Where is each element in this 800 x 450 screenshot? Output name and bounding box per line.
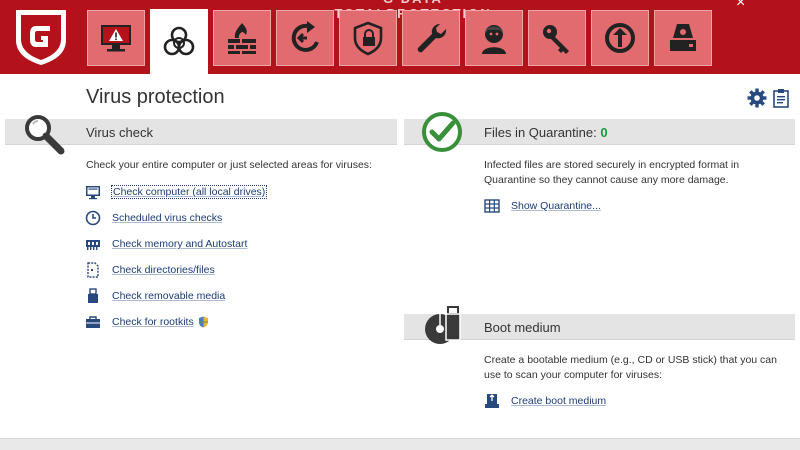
check-memory-link[interactable]: Check memory and Autostart: [84, 234, 247, 254]
power-arrow-icon: [605, 23, 635, 53]
quarantine-description-line2: Quarantine so they cannot cause any more…: [484, 174, 729, 186]
boot-medium-heading: Boot medium: [484, 320, 561, 335]
check-rootkits-link[interactable]: Check for rootkits: [84, 312, 209, 332]
quarantine-description-line1: Infected files are stored securely in en…: [484, 159, 740, 171]
check-removable-label[interactable]: Check removable media: [112, 290, 225, 302]
child-face-icon: [482, 25, 506, 54]
check-directories-link[interactable]: Check directories/files: [84, 260, 215, 280]
quarantine-heading-label: Files in Quarantine:: [484, 125, 601, 140]
page-title: Virus protection: [86, 86, 225, 108]
clock-icon: [85, 210, 101, 226]
tab-password-manager[interactable]: [528, 10, 586, 66]
wrench-icon: [417, 23, 447, 53]
tab-autostart-manager[interactable]: [591, 10, 649, 66]
drive-icon: [670, 24, 696, 51]
show-quarantine-link[interactable]: Show Quarantine...: [483, 196, 601, 216]
check-directories-label[interactable]: Check directories/files: [112, 264, 215, 276]
boot-medium-description-line2: use to scan your computer for viruses:: [484, 369, 662, 381]
boot-medium-small-icon: [485, 394, 499, 408]
scheduled-checks-label[interactable]: Scheduled virus checks: [112, 212, 222, 224]
shield-lock-icon: [353, 21, 383, 56]
check-removable-link[interactable]: Check removable media: [84, 286, 225, 306]
check-rootkits-label[interactable]: Check for rootkits: [112, 316, 194, 328]
monitor-icon: [86, 186, 100, 200]
biohazard-icon: [163, 26, 195, 56]
quarantine-count: 0: [600, 125, 608, 140]
tab-device-control[interactable]: [654, 10, 712, 66]
create-boot-medium-link[interactable]: Create boot medium: [483, 391, 606, 411]
boot-disc-usb-icon: [425, 306, 461, 344]
tab-parental-controls[interactable]: [465, 10, 523, 66]
checkmark-circle-icon: [422, 112, 462, 152]
boot-medium-description-line1: Create a bootable medium (e.g., CD or US…: [484, 354, 777, 366]
grid-table-icon: [484, 199, 500, 213]
usb-stick-icon: [88, 288, 98, 303]
tab-backup[interactable]: [276, 10, 334, 66]
scheduled-checks-link[interactable]: Scheduled virus checks: [84, 208, 222, 228]
key-icon: [543, 25, 569, 54]
quarantine-heading: Files in Quarantine: 0: [484, 125, 608, 140]
show-quarantine-label[interactable]: Show Quarantine...: [511, 200, 601, 212]
gear-icon[interactable]: [747, 88, 767, 108]
boot-medium-description: Create a bootable medium (e.g., CD or US…: [484, 353, 777, 383]
clipboard-icon[interactable]: [773, 88, 789, 108]
brick-wall-flame-icon: [228, 23, 256, 54]
virus-check-description: Check your entire computer or just selec…: [86, 159, 372, 171]
check-computer-link[interactable]: Check computer (all local drives): [84, 182, 268, 202]
tab-tuner[interactable]: [402, 10, 460, 66]
file-icon: [87, 262, 99, 278]
admin-shield-icon: [198, 316, 208, 328]
check-memory-label[interactable]: Check memory and Autostart: [112, 238, 247, 250]
virus-check-heading: Virus check: [86, 125, 153, 140]
close-icon[interactable]: ×: [736, 0, 745, 12]
tab-virus-protection[interactable]: [150, 9, 208, 75]
status-bar: [0, 438, 800, 450]
magnifier-icon: [25, 115, 65, 155]
quarantine-description: Infected files are stored securely in en…: [484, 158, 739, 188]
check-computer-label[interactable]: Check computer (all local drives): [110, 185, 268, 199]
backup-arrow-icon: [291, 21, 319, 52]
app-header: G DATA TOTALPROTECTION ×: [0, 0, 800, 75]
tab-encryption[interactable]: [339, 10, 397, 66]
tab-firewall[interactable]: [213, 10, 271, 66]
toolbox-icon: [86, 316, 100, 328]
monitor-warning-icon: [101, 25, 131, 52]
tab-security-center[interactable]: [87, 10, 145, 66]
create-boot-medium-label[interactable]: Create boot medium: [511, 395, 606, 407]
gdata-logo: [16, 10, 66, 65]
memory-chip-icon: [86, 240, 100, 250]
